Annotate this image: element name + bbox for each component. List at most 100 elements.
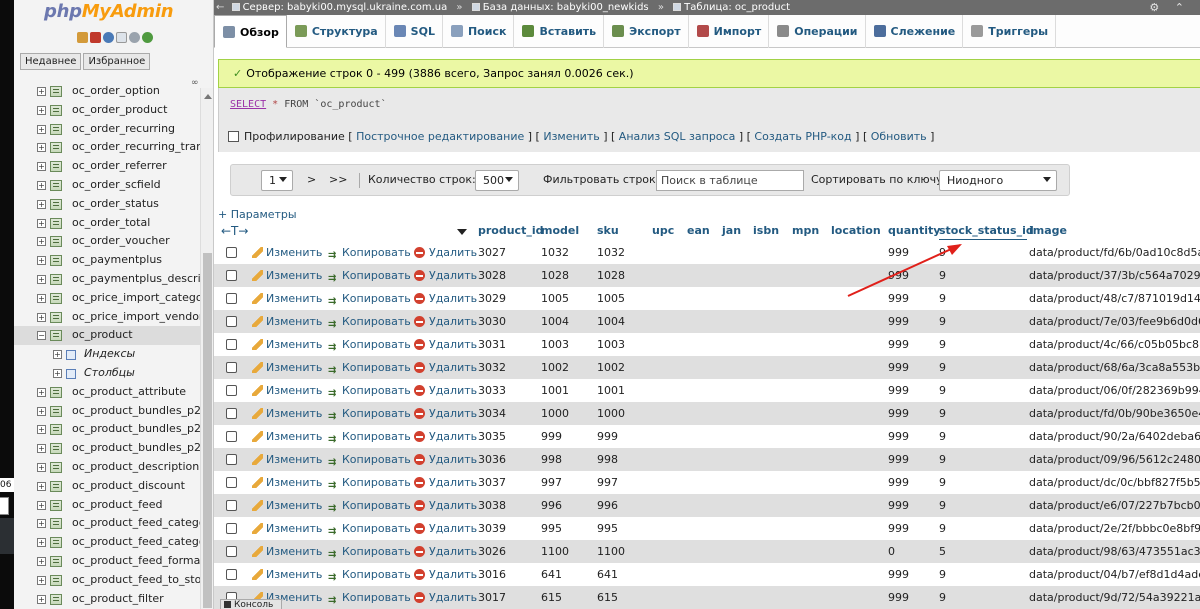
- table-icon[interactable]: [50, 537, 62, 549]
- cell-product-id[interactable]: 3036: [478, 448, 506, 471]
- tree-item-table[interactable]: + oc_product_discount: [14, 477, 200, 496]
- row-checkbox[interactable]: [226, 523, 237, 534]
- expand-icon[interactable]: +: [37, 406, 46, 416]
- cell-image[interactable]: data/product/04/b7/ef8d1d4ade43b: [1029, 563, 1200, 586]
- tree-item-table[interactable]: + oc_order_total: [14, 214, 200, 233]
- column-header-product-id[interactable]: product_id: [478, 224, 543, 237]
- cell-stock-status-id[interactable]: 9: [939, 379, 946, 402]
- tree-item-label[interactable]: oc_product_feed_categori: [72, 535, 200, 548]
- cell-model[interactable]: 997: [541, 471, 562, 494]
- settings-icon[interactable]: [129, 32, 140, 43]
- cell-product-id[interactable]: 3026: [478, 540, 506, 563]
- sort-caret-icon[interactable]: [457, 229, 467, 235]
- row-copy-link[interactable]: ⇉ Копировать: [328, 379, 411, 402]
- expand-icon[interactable]: +: [37, 143, 46, 153]
- expand-icon[interactable]: +: [37, 180, 46, 190]
- table-icon[interactable]: [50, 217, 62, 229]
- row-copy-link[interactable]: ⇉ Копировать: [328, 586, 411, 609]
- topbar-settings-icons[interactable]: ⚙ ⌃: [1149, 0, 1190, 15]
- tab-6[interactable]: Импорт: [689, 15, 770, 48]
- expand-icon[interactable]: +: [37, 444, 46, 454]
- table-icon[interactable]: [50, 236, 62, 248]
- table-icon[interactable]: [50, 123, 62, 135]
- tree-item-label[interactable]: oc_product_feed_format: [72, 554, 200, 567]
- cell-stock-status-id[interactable]: 9: [939, 517, 946, 540]
- row-checkbox[interactable]: [226, 385, 237, 396]
- cell-sku[interactable]: 615: [597, 586, 618, 609]
- table-icon[interactable]: [50, 593, 62, 605]
- row-edit-link[interactable]: Изменить: [252, 540, 322, 563]
- scroll-up-icon[interactable]: [204, 94, 212, 99]
- cell-quantity[interactable]: 999: [888, 402, 909, 425]
- rows-count-select[interactable]: 500: [475, 170, 519, 191]
- tree-item-label[interactable]: oc_paymentplus: [72, 253, 162, 266]
- tree-item-label[interactable]: oc_order_total: [72, 216, 150, 229]
- tab-8[interactable]: Слежение: [866, 15, 964, 48]
- table-icon[interactable]: [50, 255, 62, 267]
- cell-quantity[interactable]: 999: [888, 356, 909, 379]
- row-edit-link[interactable]: Изменить: [252, 241, 322, 264]
- cell-quantity[interactable]: 999: [888, 379, 909, 402]
- expand-icon[interactable]: +: [37, 556, 46, 566]
- tree-item-table[interactable]: + oc_product_feed_categori: [14, 533, 200, 552]
- tree-item-label[interactable]: oc_product_discount: [72, 479, 185, 492]
- row-delete-link[interactable]: Удалить: [414, 517, 477, 540]
- cell-quantity[interactable]: 0: [888, 540, 895, 563]
- row-checkbox[interactable]: [226, 546, 237, 557]
- column-header-image[interactable]: image: [1029, 224, 1067, 237]
- row-edit-link[interactable]: Изменить: [252, 356, 322, 379]
- tree-item-label[interactable]: oc_paymentplus_descriptio: [72, 272, 200, 285]
- row-delete-link[interactable]: Удалить: [414, 586, 477, 609]
- sql-query-box[interactable]: SELECT * FROM `oc_product`: [218, 88, 1200, 122]
- cell-image[interactable]: data/product/fd/0b/90be3650e49eb: [1029, 402, 1200, 425]
- tree-item-table[interactable]: + oc_product_feed_format: [14, 552, 200, 571]
- options-toggle-link[interactable]: + Параметры: [218, 208, 297, 221]
- row-copy-link[interactable]: ⇉ Копировать: [328, 310, 411, 333]
- expand-icon[interactable]: +: [37, 237, 46, 247]
- expand-icon[interactable]: +: [37, 425, 46, 435]
- cell-stock-status-id[interactable]: 5: [939, 540, 946, 563]
- expand-icon[interactable]: +: [37, 199, 46, 209]
- tree-item-label[interactable]: oc_product_feed_categori: [72, 516, 200, 529]
- row-edit-link[interactable]: Изменить: [252, 448, 322, 471]
- cell-image[interactable]: data/product/06/0f/282369b9947ae: [1029, 379, 1200, 402]
- tree-item-label[interactable]: oc_order_option: [72, 84, 160, 97]
- tree-subitem[interactable]: + Индексы: [14, 345, 200, 364]
- tree-item-label[interactable]: Столбцы: [84, 366, 135, 379]
- cell-stock-status-id[interactable]: 9: [939, 241, 946, 264]
- cell-sku[interactable]: 641: [597, 563, 618, 586]
- tree-item-table[interactable]: + oc_order_recurring: [14, 120, 200, 139]
- cell-quantity[interactable]: 999: [888, 586, 909, 609]
- tree-item-table[interactable]: − oc_product: [14, 326, 200, 346]
- cell-stock-status-id[interactable]: 9: [939, 264, 946, 287]
- row-delete-link[interactable]: Удалить: [414, 402, 477, 425]
- cell-product-id[interactable]: 3028: [478, 264, 506, 287]
- tab-0[interactable]: Обзор: [214, 15, 287, 48]
- cell-sku[interactable]: 1001: [597, 379, 625, 402]
- cell-quantity[interactable]: 999: [888, 425, 909, 448]
- row-edit-link[interactable]: Изменить: [252, 379, 322, 402]
- tree-item-label[interactable]: oc_product_filter: [72, 592, 164, 605]
- row-checkbox[interactable]: [226, 408, 237, 419]
- row-delete-link[interactable]: Удалить: [414, 494, 477, 517]
- tree-item-label[interactable]: oc_product_bundles_p2p: [72, 422, 200, 435]
- create-php-code-link[interactable]: Создать PHP-код: [754, 130, 851, 143]
- breadcrumb-table[interactable]: Таблица: oc_product: [684, 2, 790, 13]
- tree-item-label[interactable]: oc_order_referrer: [72, 159, 167, 172]
- tree-item-label[interactable]: oc_order_status: [72, 197, 159, 210]
- cell-sku[interactable]: 1100: [597, 540, 625, 563]
- cell-sku[interactable]: 998: [597, 448, 618, 471]
- row-copy-link[interactable]: ⇉ Копировать: [328, 563, 411, 586]
- row-checkbox[interactable]: [226, 270, 237, 281]
- cell-model[interactable]: 1002: [541, 356, 569, 379]
- row-checkbox[interactable]: [226, 316, 237, 327]
- inline-edit-link[interactable]: Построчное редактирование: [356, 130, 524, 143]
- cell-model[interactable]: 999: [541, 425, 562, 448]
- expand-icon[interactable]: +: [37, 105, 46, 115]
- expand-icon[interactable]: +: [37, 519, 46, 529]
- row-copy-link[interactable]: ⇉ Копировать: [328, 264, 411, 287]
- row-delete-link[interactable]: Удалить: [414, 379, 477, 402]
- expand-icon[interactable]: +: [37, 538, 46, 548]
- row-copy-link[interactable]: ⇉ Копировать: [328, 494, 411, 517]
- tab-1[interactable]: Структура: [287, 15, 386, 48]
